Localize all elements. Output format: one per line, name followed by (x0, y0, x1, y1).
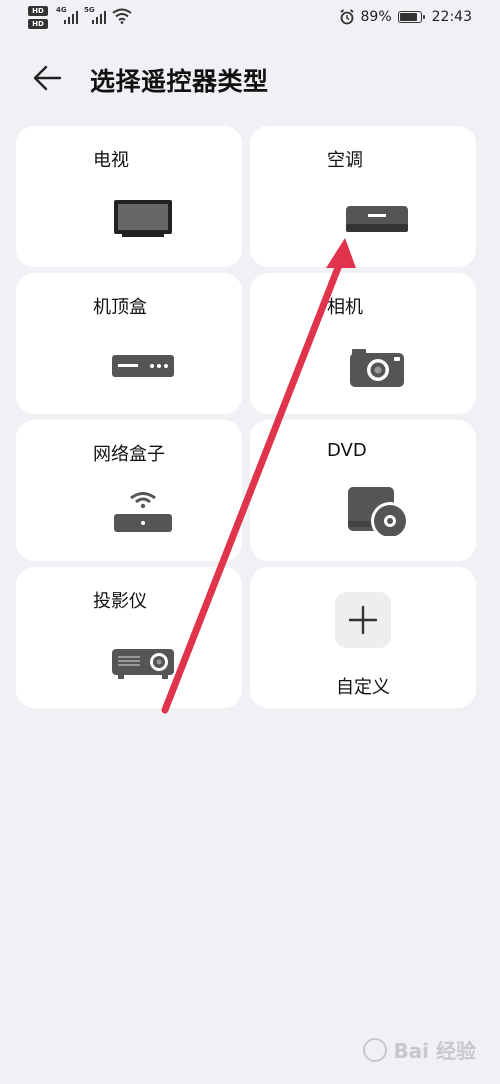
device-card-tv[interactable]: 电视 (16, 126, 242, 267)
device-card-air-conditioner[interactable]: 空调 (250, 126, 476, 267)
device-card-projector[interactable]: 投影仪 (16, 567, 242, 708)
network-box-icon (114, 492, 172, 532)
battery-icon (397, 11, 425, 23)
projector-icon (112, 649, 174, 679)
header: 选择遥控器类型 (0, 50, 500, 106)
device-label: 投影仪 (93, 591, 147, 612)
device-card-dvd[interactable]: DVD (250, 420, 476, 561)
status-bar: HD HD 4G 5G 89% 22:43 (0, 0, 500, 40)
hd-badge-2: HD (28, 19, 48, 29)
device-card-camera[interactable]: 相机 (250, 273, 476, 414)
device-card-set-top-box[interactable]: 机顶盒 (16, 273, 242, 414)
watermark: Bai 经验 (363, 1035, 476, 1064)
signal-icon-1 (64, 11, 78, 24)
clock: 22:43 (431, 9, 472, 25)
hd-badge-1: HD (28, 6, 48, 16)
set-top-box-icon (112, 355, 174, 377)
battery-fill (399, 13, 418, 21)
device-label: 机顶盒 (93, 297, 147, 318)
baidu-paw-icon (363, 1037, 388, 1062)
back-button[interactable] (28, 60, 68, 96)
device-label: 空调 (327, 150, 363, 171)
tv-icon (114, 200, 172, 237)
alarm-icon (339, 9, 354, 25)
device-label: 相机 (327, 297, 363, 318)
device-card-network-box[interactable]: 网络盒子 (16, 420, 242, 561)
dvd-icon (348, 487, 409, 536)
camera-icon (350, 349, 404, 387)
plus-icon (348, 605, 378, 635)
custom-label: 自定义 (336, 677, 390, 698)
page-title: 选择遥控器类型 (90, 67, 269, 96)
air-conditioner-icon (346, 206, 408, 232)
device-label: DVD (327, 440, 367, 461)
watermark-text: Bai 经验 (393, 1039, 476, 1063)
wifi-icon (112, 8, 132, 24)
signal-icon-2 (92, 11, 106, 24)
device-label: 网络盒子 (93, 444, 165, 465)
add-custom-button[interactable] (335, 592, 391, 648)
battery-percent: 89% (360, 9, 392, 25)
arrow-left-icon (33, 65, 62, 91)
hd-badges: HD HD (28, 6, 50, 32)
status-right: 89% 22:43 (339, 9, 472, 25)
device-label: 电视 (93, 150, 129, 171)
custom-card[interactable]: 自定义 (250, 567, 476, 708)
device-grid: 电视 空调 机顶盒 相机 网络盒子 DVD 投影仪 自定义 (16, 126, 476, 708)
